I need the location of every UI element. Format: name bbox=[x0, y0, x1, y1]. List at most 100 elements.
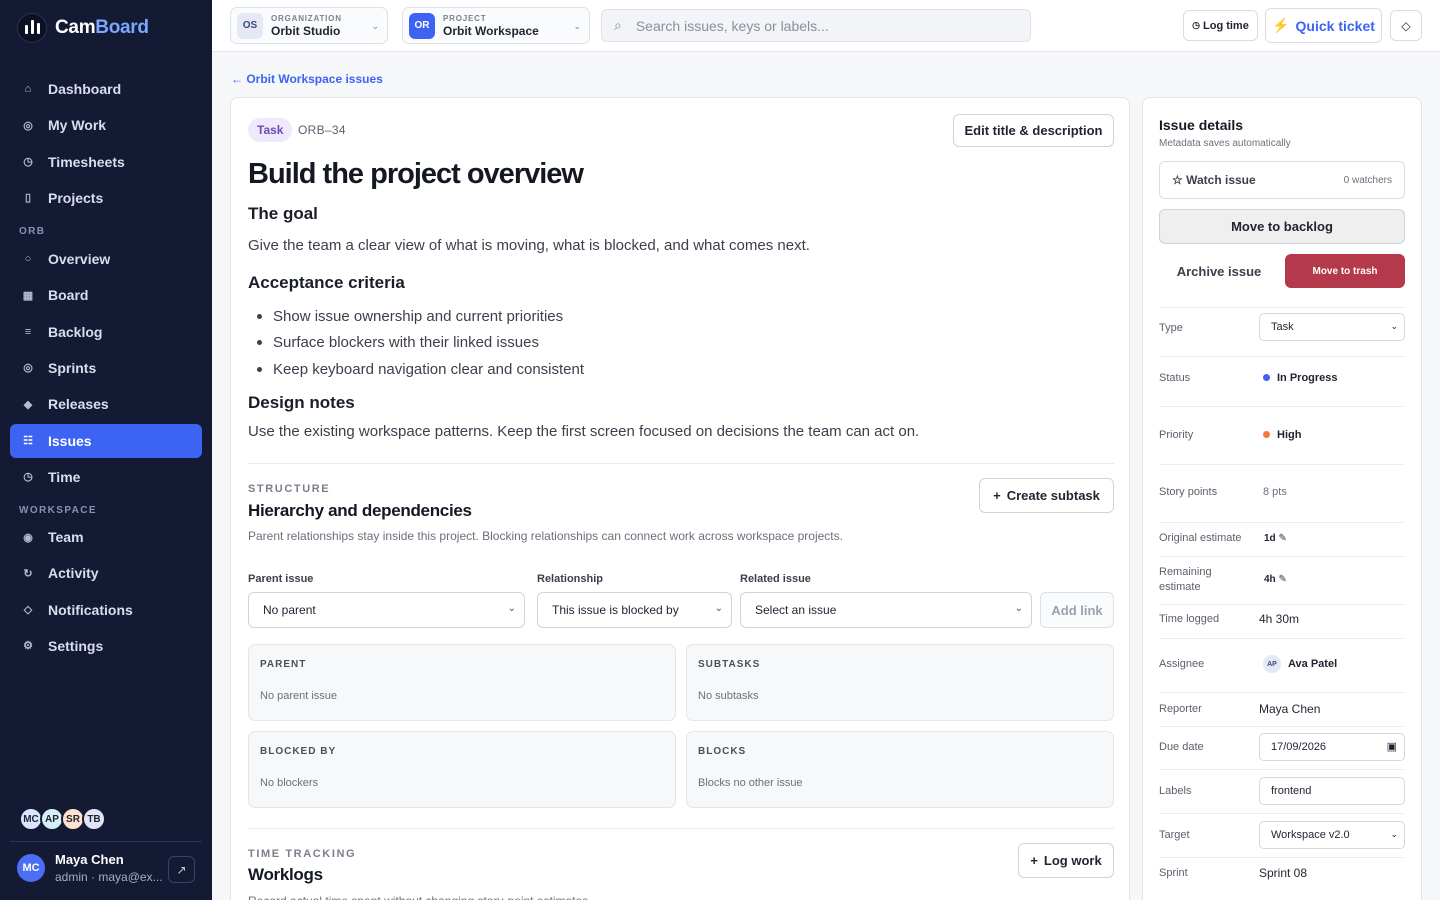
story-points-value[interactable]: 8 pts bbox=[1263, 486, 1287, 498]
sidebar-item-activity[interactable]: ↻ Activity bbox=[10, 556, 202, 590]
worklogs-title: Worklogs bbox=[248, 865, 323, 884]
create-subtask-button[interactable]: + Create subtask bbox=[979, 478, 1114, 513]
watch-issue-button[interactable]: ☆ Watch issue 0 watchers bbox=[1159, 161, 1405, 199]
sidebar-item-board[interactable]: ▦ Board bbox=[10, 278, 202, 312]
sidebar-item-projects[interactable]: ▯ Projects bbox=[10, 181, 202, 215]
sidebar-item-my-work[interactable]: ◎ My Work bbox=[10, 108, 202, 142]
sidebar-item-time[interactable]: ◷ Time bbox=[10, 460, 202, 494]
original-estimate-label: Original estimate bbox=[1159, 532, 1242, 544]
time-icon: ◷ bbox=[23, 471, 33, 484]
folder-icon: ▯ bbox=[24, 192, 32, 205]
open-external-icon[interactable]: ↗ bbox=[168, 856, 195, 883]
organization-switcher[interactable]: OS ORGANIZATION Orbit Studio ⌄ bbox=[230, 7, 388, 44]
blocked-by-box: BLOCKED BY No blockers bbox=[248, 731, 676, 808]
criteria-list: Show issue ownership and current priorit… bbox=[248, 303, 584, 383]
sprint-label: Sprint bbox=[1159, 867, 1188, 879]
row-divider bbox=[1159, 638, 1405, 639]
remaining-estimate-value[interactable]: 4h ✎ bbox=[1264, 574, 1287, 585]
sidebar-item-dashboard[interactable]: ⌂ Dashboard bbox=[10, 72, 202, 106]
type-select[interactable]: Task ⌄ bbox=[1259, 313, 1405, 341]
bolt-icon: ⚡ bbox=[1272, 17, 1290, 33]
chevron-down-icon: ⌄ bbox=[1390, 829, 1398, 839]
add-link-button[interactable]: Add link bbox=[1040, 592, 1114, 628]
parent-box-title: PARENT bbox=[260, 659, 307, 670]
avatar[interactable]: TB bbox=[82, 807, 106, 831]
structure-eyebrow: STRUCTURE bbox=[248, 483, 331, 495]
priority-select[interactable]: High bbox=[1263, 429, 1301, 441]
panel-title: Issue details bbox=[1159, 117, 1244, 133]
due-date-input[interactable]: 17/09/2026 ▣ bbox=[1259, 733, 1405, 761]
sidebar-item-backlog[interactable]: ≡ Backlog bbox=[10, 315, 202, 349]
edit-title-button[interactable]: Edit title & description bbox=[953, 114, 1114, 147]
sidebar-item-overview[interactable]: ○ Overview bbox=[10, 242, 202, 276]
move-to-backlog-button[interactable]: Move to backlog bbox=[1159, 209, 1405, 244]
plus-icon: + bbox=[1030, 853, 1038, 868]
parent-box-empty: No parent issue bbox=[260, 690, 338, 702]
project-switcher[interactable]: OR PROJECT Orbit Workspace ⌄ bbox=[402, 7, 590, 44]
sidebar-item-notifications[interactable]: ◇ Notifications bbox=[10, 593, 202, 627]
row-divider bbox=[1159, 726, 1405, 727]
backlog-icon: ≡ bbox=[24, 325, 32, 338]
status-select[interactable]: In Progress bbox=[1263, 372, 1338, 384]
log-time-button[interactable]: ◷ Log time bbox=[1183, 10, 1258, 41]
priority-label: Priority bbox=[1159, 429, 1194, 441]
sidebar-item-settings[interactable]: ⚙ Settings bbox=[10, 629, 202, 663]
chevron-down-icon: ⌄ bbox=[1014, 603, 1023, 614]
org-badge: OS bbox=[237, 12, 263, 39]
user-subtitle: admin · maya@ex... bbox=[55, 870, 163, 884]
sidebar-item-sprints[interactable]: ◎ Sprints bbox=[10, 351, 202, 385]
row-divider bbox=[1159, 692, 1405, 693]
user-card[interactable]: MC Maya Chen admin · maya@ex... bbox=[17, 852, 170, 884]
row-divider bbox=[1159, 604, 1405, 605]
sprint-value[interactable]: Sprint 08 bbox=[1259, 866, 1307, 880]
star-icon: ☆ bbox=[1172, 173, 1187, 187]
sidebar-item-issues[interactable]: ☷ Issues bbox=[10, 423, 202, 458]
assignee-select[interactable]: AP Ava Patel bbox=[1263, 655, 1337, 673]
back-to-issues-link[interactable]: ← Orbit Workspace issues bbox=[231, 72, 383, 86]
blocked-by-box-empty: No blockers bbox=[260, 777, 319, 789]
sidebar-item-label: Notifications bbox=[48, 601, 133, 618]
sidebar-item-timesheets[interactable]: ◷ Timesheets bbox=[10, 145, 202, 179]
overview-icon: ○ bbox=[24, 253, 32, 265]
bell-icon: ◇ bbox=[23, 604, 33, 617]
log-work-button[interactable]: + Log work bbox=[1018, 843, 1114, 878]
theme-toggle-icon[interactable]: ◇ bbox=[1390, 10, 1422, 41]
sidebar-item-label: Backlog bbox=[48, 323, 103, 340]
relationship-select[interactable]: This issue is blocked by ⌄ bbox=[537, 592, 732, 628]
goal-heading: The goal bbox=[248, 204, 318, 223]
row-divider bbox=[1159, 522, 1405, 523]
move-to-trash-button[interactable]: Move to trash bbox=[1285, 254, 1405, 288]
subtasks-box-title: SUBTASKS bbox=[698, 659, 761, 670]
list-item: Show issue ownership and current priorit… bbox=[248, 303, 584, 330]
chevron-down-icon: ⌄ bbox=[1390, 321, 1398, 331]
release-icon: ◆ bbox=[23, 398, 33, 411]
org-value: Orbit Studio bbox=[271, 23, 341, 38]
sidebar-item-releases[interactable]: ◆ Releases bbox=[10, 387, 202, 421]
row-divider bbox=[1159, 307, 1405, 308]
gear-icon: ⚙ bbox=[23, 640, 33, 653]
structure-title: Hierarchy and dependencies bbox=[248, 501, 472, 520]
parent-issue-select[interactable]: No parent ⌄ bbox=[248, 592, 525, 628]
target-select[interactable]: Workspace v2.0 ⌄ bbox=[1259, 821, 1405, 849]
sidebar-item-team[interactable]: ◉ Team bbox=[10, 520, 202, 554]
worklogs-description: Record actual time spent without changin… bbox=[248, 892, 592, 900]
subtasks-box-empty: No subtasks bbox=[698, 690, 759, 702]
original-estimate-value[interactable]: 1d ✎ bbox=[1264, 533, 1287, 544]
sidebar-item-label: Releases bbox=[48, 396, 109, 413]
clock-icon: ◷ bbox=[23, 156, 33, 169]
related-issue-select[interactable]: Select an issue ⌄ bbox=[740, 592, 1032, 628]
sidebar-item-label: Sprints bbox=[48, 359, 97, 376]
archive-issue-button[interactable]: Archive issue bbox=[1159, 254, 1279, 288]
labels-input[interactable]: frontend bbox=[1259, 777, 1405, 805]
quick-ticket-button[interactable]: ⚡ Quick ticket bbox=[1265, 8, 1382, 43]
sidebar-divider bbox=[10, 841, 202, 842]
sidebar-item-label: Timesheets bbox=[48, 153, 125, 170]
app-logo[interactable]: CamBoard bbox=[17, 13, 149, 43]
app-name: CamBoard bbox=[55, 17, 149, 38]
row-divider bbox=[1159, 356, 1405, 357]
issue-type-badge: Task bbox=[248, 118, 293, 142]
assignee-avatar: AP bbox=[1263, 655, 1281, 673]
search-input[interactable] bbox=[635, 17, 1016, 34]
blocks-box: BLOCKS Blocks no other issue bbox=[686, 731, 1114, 808]
row-divider bbox=[1159, 406, 1405, 407]
